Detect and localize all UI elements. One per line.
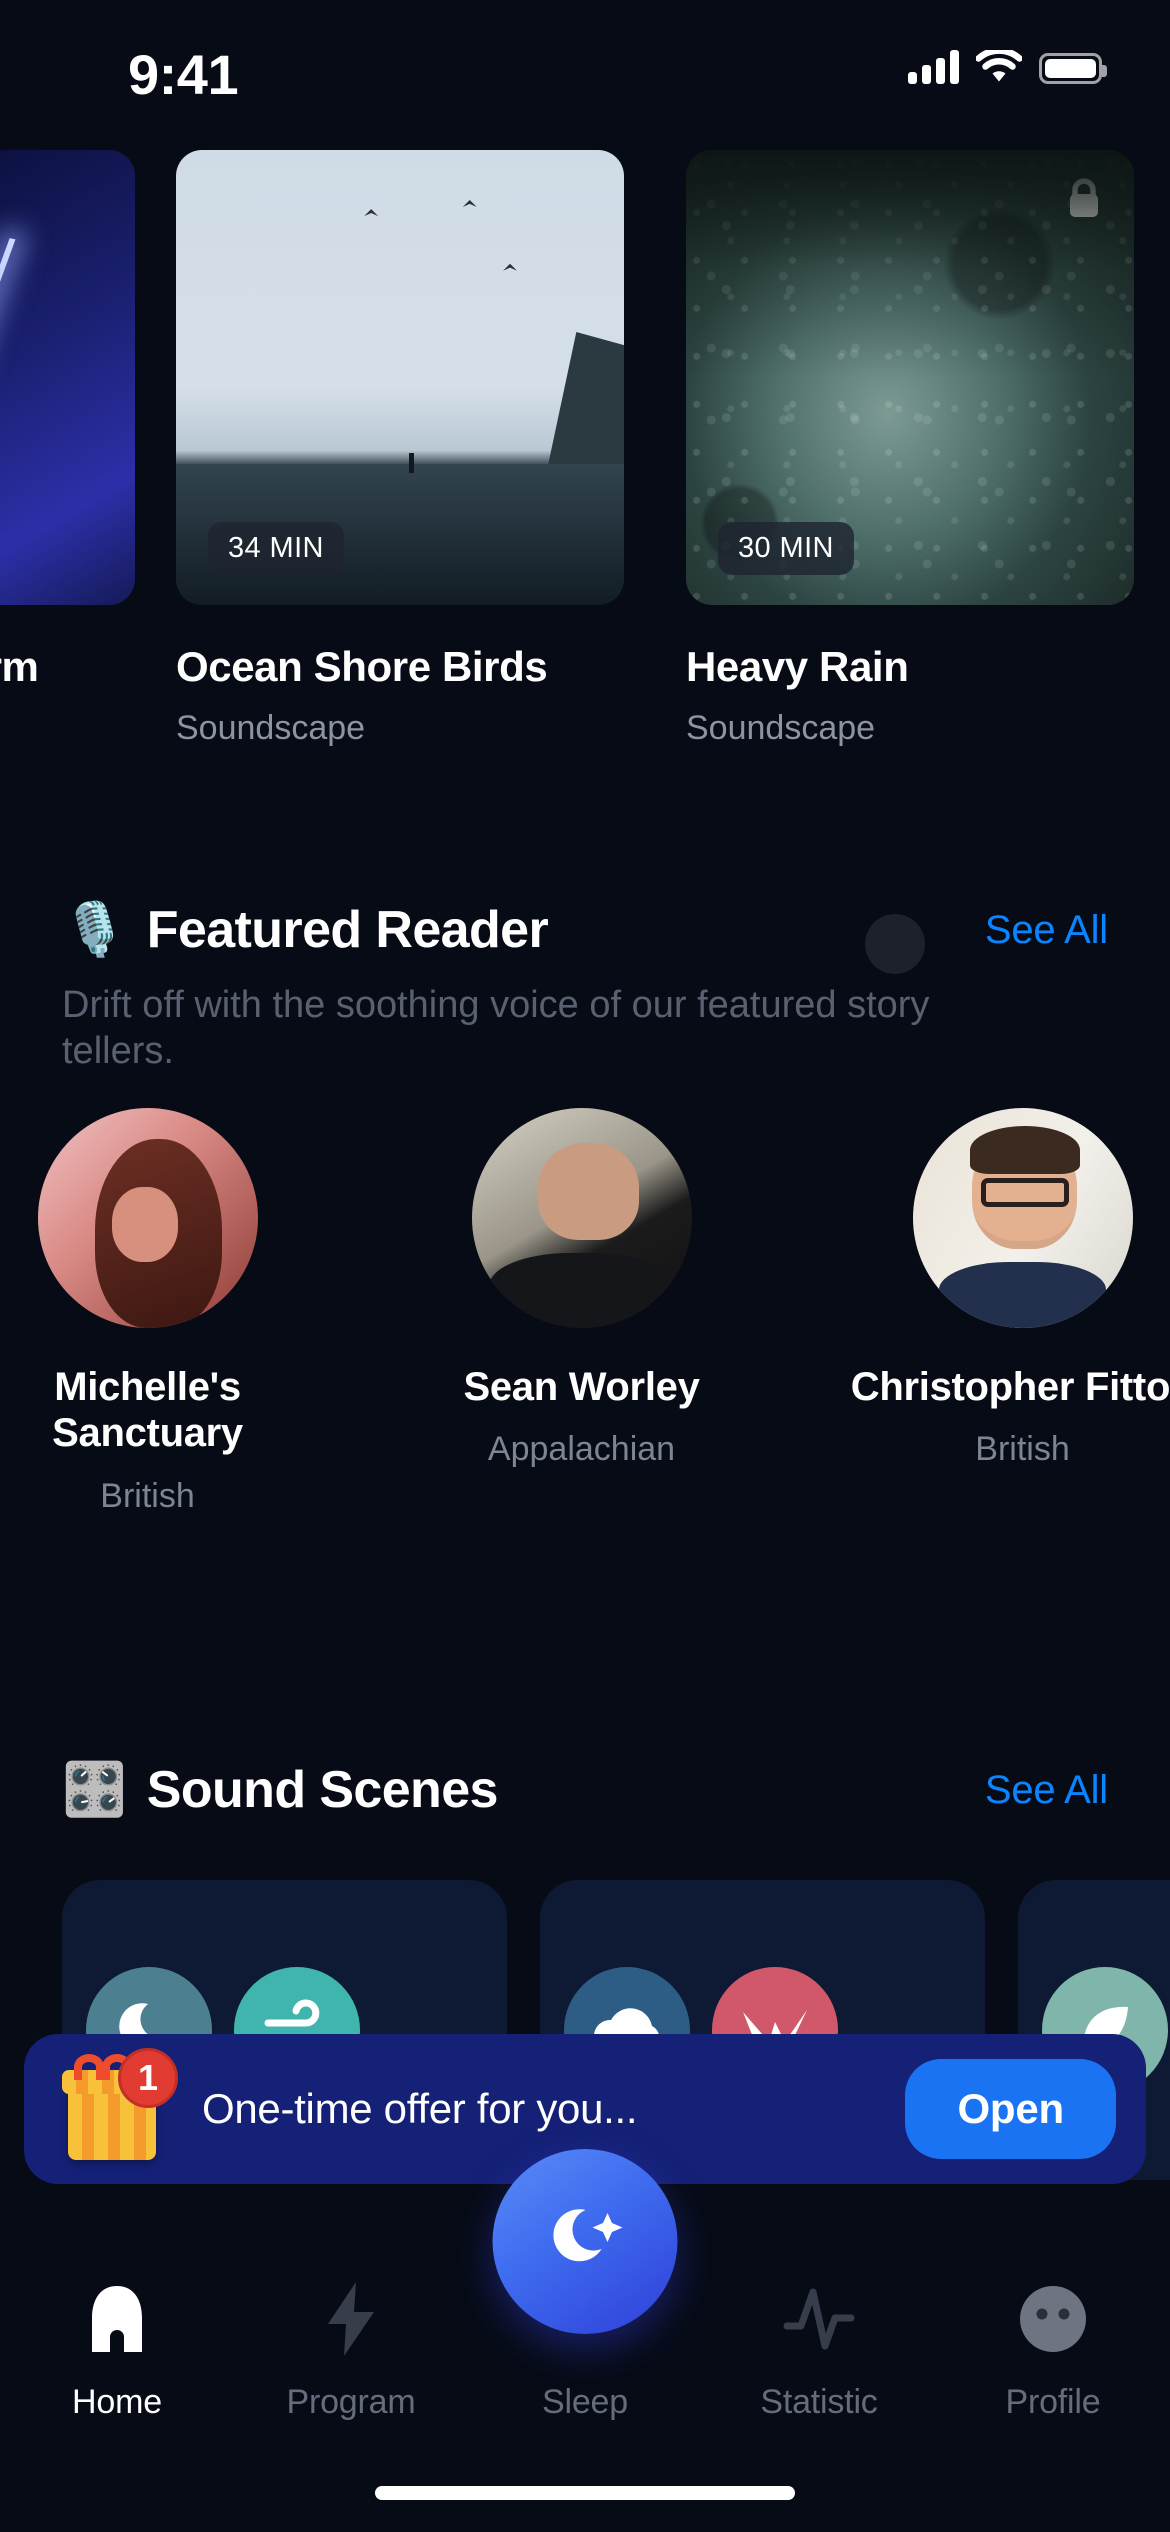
reader-accent: British: [975, 1430, 1070, 1469]
soundscape-artwork: 34 MIN: [176, 150, 624, 605]
tab-statistic[interactable]: Statistic: [702, 2271, 936, 2422]
reader-card[interactable]: Sean Worley Appalachian: [399, 1108, 764, 1469]
reader-card[interactable]: Christopher Fitton British: [840, 1108, 1170, 1469]
duration-badge: 34 MIN: [208, 522, 344, 575]
soundscape-artwork: [0, 150, 135, 605]
sound-scenes-header: 🎛️ Sound Scenes See All: [0, 1760, 1170, 1820]
bolt-icon: [320, 2271, 382, 2367]
featured-reader-list[interactable]: Michelle's Sanctuary British Sean Worley…: [0, 1108, 1170, 1668]
status-bar-time: 9:41: [128, 43, 239, 106]
gift-icon: 1: [54, 2048, 178, 2164]
control-knobs-icon: 🎛️: [62, 1761, 127, 1819]
section-title: Featured Reader: [146, 901, 549, 959]
reader-name: Michelle's Sanctuary: [52, 1365, 243, 1456]
battery-full-icon: [1039, 53, 1107, 84]
reader-accent: Appalachian: [487, 1430, 676, 1469]
reader-accent: British: [100, 1476, 195, 1515]
tab-list: Home Program Sleep Statistic Profile: [0, 2271, 1170, 2422]
notification-badge: 1: [118, 2048, 178, 2108]
decorative-circle: [865, 914, 925, 974]
soundscape-title: ...storm: [0, 643, 39, 690]
soundscape-subtitle: Soundscape: [686, 709, 876, 747]
section-title: Sound Scenes: [146, 1761, 499, 1819]
soundscape-subtitle: Soundscape: [176, 709, 366, 747]
avatar: [912, 1108, 1133, 1328]
reader-name: Sean Worley: [463, 1365, 700, 1409]
app-screen: 9:41 ...storm: [0, 0, 1170, 2532]
tab-label: Home: [72, 2383, 162, 2421]
see-all-featured-reader[interactable]: See All: [985, 908, 1108, 953]
soundscape-title: Heavy Rain: [686, 643, 909, 690]
status-bar: 9:41: [0, 0, 1170, 130]
soundscape-card[interactable]: 34 MIN Ocean Shore Birds Soundscape: [176, 150, 624, 748]
signal-bars-icon: [908, 48, 959, 84]
tab-label: Profile: [1005, 2383, 1101, 2421]
status-bar-indicators: [908, 47, 1107, 84]
tab-sleep[interactable]: Sleep: [468, 2271, 702, 2422]
open-offer-button[interactable]: Open: [905, 2059, 1116, 2159]
promo-text: One-time offer for you...: [202, 2085, 638, 2132]
lock-icon: [1064, 176, 1104, 222]
tab-label: Sleep: [542, 2383, 628, 2421]
soundscape-card[interactable]: ...storm: [0, 150, 135, 691]
avatar: [471, 1108, 692, 1328]
wifi-icon: [975, 47, 1023, 84]
soundscape-title: Ocean Shore Birds: [176, 643, 548, 690]
tab-profile[interactable]: Profile: [936, 2271, 1170, 2422]
soundscape-artwork: 30 MIN: [686, 150, 1134, 605]
pulse-icon: [781, 2271, 857, 2367]
sound-scenes-section: 🎛️ Sound Scenes See All: [0, 1760, 1170, 1820]
reader-card[interactable]: Michelle's Sanctuary British: [0, 1108, 330, 1516]
tab-label: Program: [286, 2383, 416, 2421]
reader-name: Christopher Fitton: [850, 1365, 1170, 1409]
tab-home[interactable]: Home: [0, 2271, 234, 2422]
microphone-icon: 🎙️: [62, 901, 127, 959]
bottom-tab-bar: Home Program Sleep Statistic Profile: [0, 2149, 1170, 2532]
featured-reader-header: 🎙️ Featured Reader See All: [0, 900, 1170, 974]
home-icon: [82, 2271, 152, 2367]
soundscape-carousel[interactable]: ...storm 34 MIN Ocean Shore Birds Sounds…: [0, 150, 1170, 760]
tab-label: Statistic: [760, 2383, 878, 2421]
face-icon: [1017, 2271, 1089, 2367]
soundscape-card[interactable]: 30 MIN Heavy Rain Soundscape: [686, 150, 1134, 748]
home-indicator: [375, 2486, 795, 2500]
duration-badge: 30 MIN: [718, 522, 854, 575]
avatar: [37, 1108, 258, 1328]
featured-reader-section: 🎙️ Featured Reader See All Drift off wit…: [0, 900, 1170, 1075]
see-all-sound-scenes[interactable]: See All: [985, 1768, 1108, 1813]
featured-reader-description: Drift off with the soothing voice of our…: [62, 984, 930, 1073]
tab-program[interactable]: Program: [234, 2271, 468, 2422]
